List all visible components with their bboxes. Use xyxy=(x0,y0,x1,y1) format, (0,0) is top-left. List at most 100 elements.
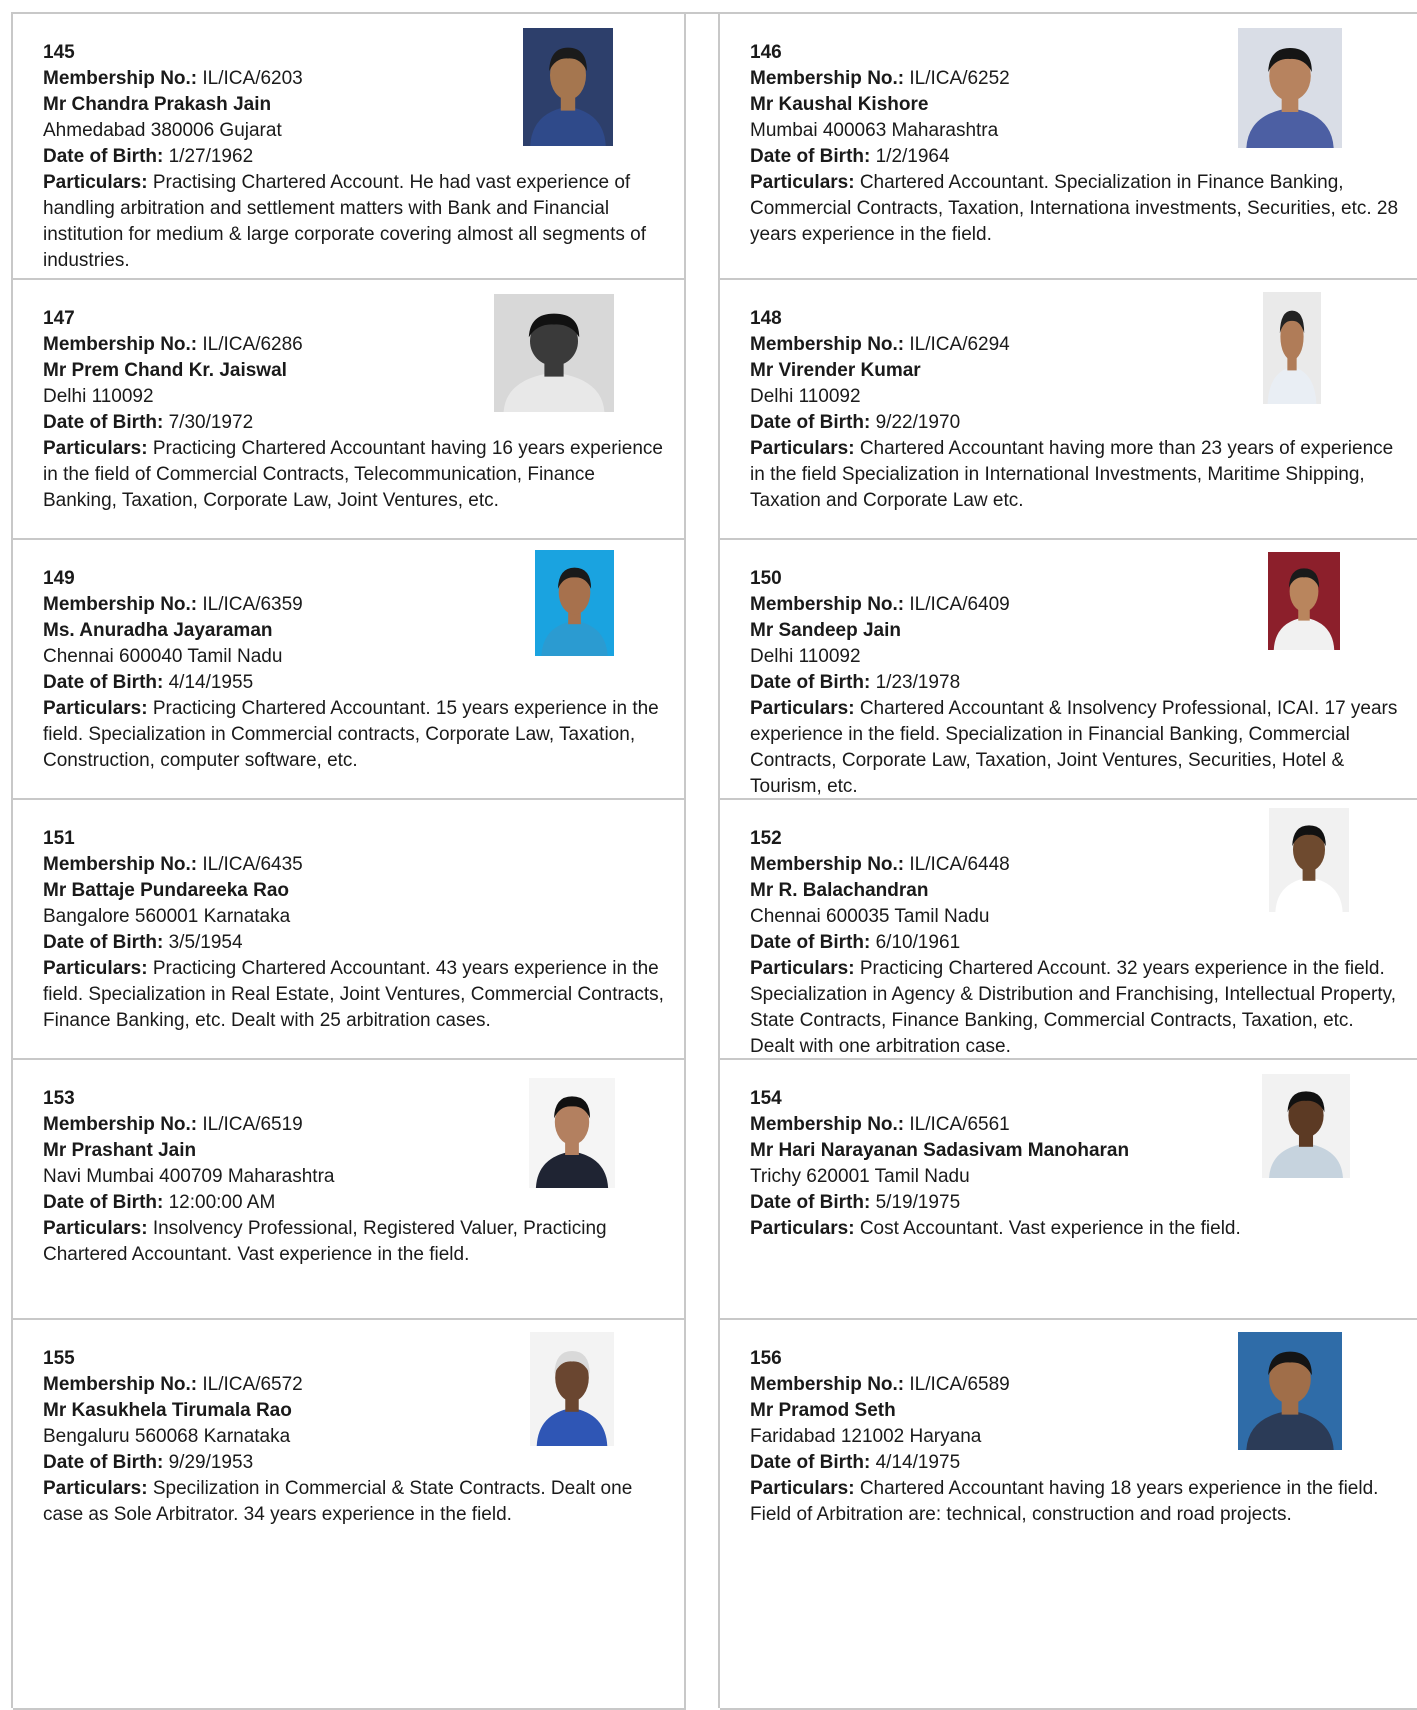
member-dob: 6/10/1961 xyxy=(875,932,961,953)
particulars-label: Particulars: xyxy=(43,438,148,459)
member-photo xyxy=(494,294,614,412)
member-photo xyxy=(1262,1074,1350,1178)
membership-no: IL/ICA/6203 xyxy=(202,68,303,89)
member-number: 151 xyxy=(43,828,75,849)
membership-no: IL/ICA/6561 xyxy=(909,1114,1010,1135)
dob-label: Date of Birth: xyxy=(43,932,164,953)
dob-label: Date of Birth: xyxy=(750,146,871,167)
membership-no: IL/ICA/6448 xyxy=(909,854,1010,875)
member-particulars-line: Particulars: Practicing Chartered Accoun… xyxy=(43,696,670,774)
dob-label: Date of Birth: xyxy=(43,412,164,433)
member-dob: 12:00:00 AM xyxy=(168,1192,276,1213)
membership-label: Membership No.: xyxy=(43,1374,198,1395)
member-dob: 1/2/1964 xyxy=(875,146,950,167)
membership-no: IL/ICA/6286 xyxy=(202,334,303,355)
member-particulars-line: Particulars: Chartered Accountant & Inso… xyxy=(750,696,1403,800)
member-location: Bangalore 560001 Karnataka xyxy=(43,906,291,927)
member-particulars-line: Particulars: Practicing Chartered Accoun… xyxy=(43,956,670,1034)
membership-label: Membership No.: xyxy=(43,1114,198,1135)
membership-label: Membership No.: xyxy=(750,1374,905,1395)
membership-label: Membership No.: xyxy=(43,334,198,355)
membership-label: Membership No.: xyxy=(750,68,905,89)
particulars-label: Particulars: xyxy=(750,698,855,719)
member-particulars-line: Particulars: Chartered Accountant having… xyxy=(750,436,1403,514)
member-particulars-line: Particulars: Chartered Accountant. Speci… xyxy=(750,170,1403,248)
membership-no: IL/ICA/6252 xyxy=(909,68,1010,89)
membership-label: Membership No.: xyxy=(43,594,198,615)
particulars-label: Particulars: xyxy=(750,438,855,459)
dob-label: Date of Birth: xyxy=(43,1452,164,1473)
member-photo xyxy=(1269,808,1349,912)
membership-label: Membership No.: xyxy=(43,68,198,89)
member-name: Mr Battaje Pundareeka Rao xyxy=(43,880,290,901)
member-card: 147 Membership No.: IL/ICA/6286 Mr Prem Ch… xyxy=(13,280,686,540)
dob-label: Date of Birth: xyxy=(43,146,164,167)
membership-no: IL/ICA/6435 xyxy=(202,854,303,875)
column-gutter xyxy=(686,14,720,1708)
member-dob: 5/19/1975 xyxy=(875,1192,961,1213)
member-particulars-line: Particulars: Practicing Chartered Accoun… xyxy=(43,436,670,514)
particulars-label: Particulars: xyxy=(43,1218,148,1239)
member-photo xyxy=(1238,28,1342,148)
member-card: 146 Membership No.: IL/ICA/6252 Mr Kaushal… xyxy=(720,14,1417,280)
member-card: 150 Membership No.: IL/ICA/6409 Mr Sandeep… xyxy=(720,540,1417,800)
member-photo xyxy=(535,550,614,656)
member-card: 153 Membership No.: IL/ICA/6519 Mr Prashan… xyxy=(13,1060,686,1320)
particulars-label: Particulars: xyxy=(43,1478,148,1499)
member-details: 151 Membership No.: IL/ICA/6435 Mr Battaje… xyxy=(43,826,670,1034)
members-grid: 145 Membership No.: IL/ICA/6203 Mr Chandra… xyxy=(11,12,1417,1710)
member-particulars-line: Particulars: Specilization in Commercial… xyxy=(43,1476,670,1528)
member-dob: 4/14/1975 xyxy=(875,1452,961,1473)
particulars-label: Particulars: xyxy=(750,958,855,979)
member-dob: 3/5/1954 xyxy=(168,932,243,953)
member-dob: 1/23/1978 xyxy=(875,672,961,693)
dob-label: Date of Birth: xyxy=(43,1192,164,1213)
member-dob: 7/30/1972 xyxy=(168,412,254,433)
member-photo xyxy=(1238,1332,1342,1450)
particulars-label: Particulars: xyxy=(750,1218,855,1239)
member-photo xyxy=(1268,552,1340,650)
membership-no: IL/ICA/6519 xyxy=(202,1114,303,1135)
dob-label: Date of Birth: xyxy=(750,412,871,433)
member-dob: 9/29/1953 xyxy=(168,1452,254,1473)
member-card: 149 Membership No.: IL/ICA/6359 Ms. Anurad… xyxy=(13,540,686,800)
member-card: 145 Membership No.: IL/ICA/6203 Mr Chandra… xyxy=(13,14,686,280)
member-card: 156 Membership No.: IL/ICA/6589 Mr Pramod … xyxy=(720,1320,1417,1710)
membership-label: Membership No.: xyxy=(750,1114,905,1135)
membership-label: Membership No.: xyxy=(750,334,905,355)
member-particulars-line: Particulars: Insolvency Professional, Re… xyxy=(43,1216,670,1268)
member-card: 151 Membership No.: IL/ICA/6435 Mr Battaje… xyxy=(13,800,686,1060)
particulars-label: Particulars: xyxy=(43,172,148,193)
member-dob: 9/22/1970 xyxy=(875,412,961,433)
particulars-label: Particulars: xyxy=(43,698,148,719)
membership-no: IL/ICA/6572 xyxy=(202,1374,303,1395)
member-dob: 1/27/1962 xyxy=(168,146,254,167)
dob-label: Date of Birth: xyxy=(750,1452,871,1473)
dob-label: Date of Birth: xyxy=(750,672,871,693)
dob-label: Date of Birth: xyxy=(43,672,164,693)
membership-no: IL/ICA/6359 xyxy=(202,594,303,615)
member-photo xyxy=(529,1078,615,1188)
membership-no: IL/ICA/6409 xyxy=(909,594,1010,615)
particulars-label: Particulars: xyxy=(750,1478,855,1499)
member-particulars-line: Particulars: Chartered Accountant having… xyxy=(750,1476,1403,1528)
membership-no: IL/ICA/6589 xyxy=(909,1374,1010,1395)
member-photo xyxy=(530,1332,614,1446)
particulars-label: Particulars: xyxy=(750,172,855,193)
member-card: 148 Membership No.: IL/ICA/6294 Mr Virende… xyxy=(720,280,1417,540)
membership-no: IL/ICA/6294 xyxy=(909,334,1010,355)
membership-label: Membership No.: xyxy=(43,854,198,875)
member-particulars: Cost Accountant. Vast experience in the … xyxy=(859,1218,1241,1239)
dob-label: Date of Birth: xyxy=(750,1192,871,1213)
member-card: 152 Membership No.: IL/ICA/6448 Mr R. Bala… xyxy=(720,800,1417,1060)
particulars-label: Particulars: xyxy=(43,958,148,979)
membership-label: Membership No.: xyxy=(750,854,905,875)
membership-label: Membership No.: xyxy=(750,594,905,615)
member-card: 154 Membership No.: IL/ICA/6561 Mr Hari Na… xyxy=(720,1060,1417,1320)
member-dob: 4/14/1955 xyxy=(168,672,254,693)
member-particulars-line: Particulars: Cost Accountant. Vast exper… xyxy=(750,1216,1403,1242)
member-particulars-line: Particulars: Practising Chartered Accoun… xyxy=(43,170,670,274)
member-photo xyxy=(1263,292,1321,404)
member-particulars-line: Particulars: Practicing Chartered Accoun… xyxy=(750,956,1403,1060)
member-photo xyxy=(523,28,613,146)
